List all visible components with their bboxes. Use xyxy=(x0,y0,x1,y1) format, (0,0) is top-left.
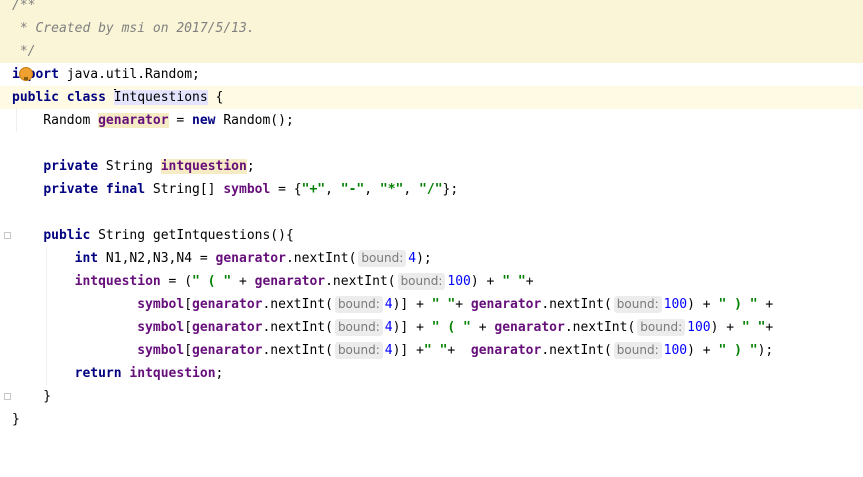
fold-toggle-icon[interactable] xyxy=(4,232,11,239)
code-line-1[interactable]: /** xyxy=(0,0,863,17)
code-line-16[interactable]: symbol[genarator.nextInt(bound: 4)] +" "+… xyxy=(0,339,863,362)
class-declaration: public class Intquestions { xyxy=(12,89,224,105)
field-intquestion: private String intquestion; xyxy=(43,159,255,174)
import-statement: import java.util.Random; xyxy=(12,67,200,82)
code-line-3[interactable]: */ xyxy=(0,40,863,63)
code-line-10[interactable] xyxy=(0,201,863,224)
int-declaration: int N1,N2,N3,N4 = genarator.nextInt(boun… xyxy=(74,250,432,267)
code-editor[interactable]: /** * Created by msi on 2017/5/13. */ im… xyxy=(0,0,863,456)
class-close-brace: } xyxy=(12,412,20,427)
code-line-6[interactable]: Random genarator = new Random(); xyxy=(0,109,863,132)
field-symbol: private final String[] symbol = {"+", "-… xyxy=(43,182,459,197)
comment-close: */ xyxy=(12,44,36,59)
method-declaration: public String getIntquestions(){ xyxy=(43,228,294,243)
code-line-14[interactable]: symbol[genarator.nextInt(bound: 4)] + " "… xyxy=(0,293,863,316)
assignment-cont-2: symbol[genarator.nextInt(bound: 4)] + " (… xyxy=(137,319,774,336)
code-line-11[interactable]: public String getIntquestions(){ xyxy=(0,224,863,247)
assignment-cont-1: symbol[genarator.nextInt(bound: 4)] + " "… xyxy=(137,296,774,313)
return-statement: return intquestion; xyxy=(74,366,224,381)
comment-created-by: * Created by msi on 2017/5/13. xyxy=(12,21,255,36)
code-line-13[interactable]: intquestion = (" ( " + genarator.nextInt… xyxy=(0,270,863,293)
code-line-15[interactable]: symbol[genarator.nextInt(bound: 4)] + " (… xyxy=(0,316,863,339)
fold-toggle-icon[interactable] xyxy=(4,393,11,400)
assignment-cont-3: symbol[genarator.nextInt(bound: 4)] +" "+… xyxy=(137,342,774,359)
code-line-5[interactable]: public class Intquestions { xyxy=(0,86,863,109)
lightbulb-icon[interactable] xyxy=(19,67,33,81)
field-genarator: Random genarator = new Random(); xyxy=(12,113,294,128)
code-line-7[interactable] xyxy=(0,132,863,155)
code-line-19[interactable]: } xyxy=(0,408,863,431)
code-line-12[interactable]: int N1,N2,N3,N4 = genarator.nextInt(boun… xyxy=(0,247,863,270)
code-line-18[interactable]: } xyxy=(0,385,863,408)
code-line-2[interactable]: * Created by msi on 2017/5/13. xyxy=(0,17,863,40)
comment-open: /** xyxy=(12,0,36,13)
code-line-4[interactable]: import java.util.Random; xyxy=(0,63,863,86)
method-close-brace: } xyxy=(12,389,52,404)
assignment-start: intquestion = (" ( " + genarator.nextInt… xyxy=(74,273,534,290)
code-line-8[interactable]: private String intquestion; xyxy=(0,155,863,178)
code-line-9[interactable]: private final String[] symbol = {"+", "-… xyxy=(0,178,863,201)
code-line-17[interactable]: return intquestion; xyxy=(0,362,863,385)
